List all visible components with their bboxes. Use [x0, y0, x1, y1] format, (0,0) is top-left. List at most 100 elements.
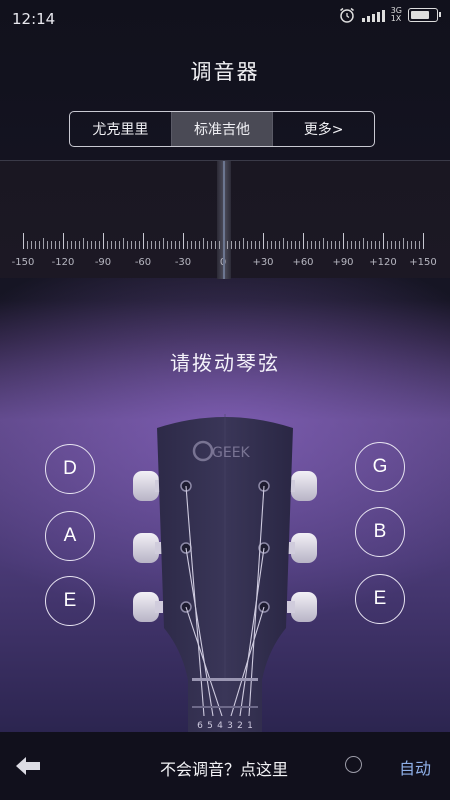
scale-label: +90: [332, 257, 354, 268]
scale-tick: [87, 241, 88, 249]
tuning-needle: [223, 161, 225, 279]
scale-tick: [99, 241, 100, 249]
scale-tick: [359, 241, 360, 249]
auto-mode-label[interactable]: 自动: [399, 755, 431, 779]
scale-tick: [95, 241, 96, 249]
string-button-b[interactable]: B: [355, 507, 405, 557]
scale-tick: [247, 241, 248, 249]
scale-tick: [71, 241, 72, 249]
scale-tick: [119, 241, 120, 249]
scale-label: +120: [369, 257, 397, 268]
scale-tick: [235, 241, 236, 249]
tab-standard-guitar[interactable]: 标准吉他: [170, 112, 273, 146]
scale-tick: [139, 241, 140, 249]
scale-tick: [59, 241, 60, 249]
scale-tick: [291, 241, 292, 249]
scale-tick: [55, 241, 56, 249]
mode-tabs: 尤克里里 标准吉他 更多>: [69, 111, 375, 147]
scale-tick: [187, 241, 188, 249]
string-button-d[interactable]: D: [45, 444, 95, 494]
scale-tick: [167, 241, 168, 249]
scale-tick: [307, 241, 308, 249]
scale-tick: [315, 241, 316, 249]
guitar-strings: [185, 485, 265, 717]
scale-tick: [351, 241, 352, 249]
scale-tick: [191, 241, 192, 249]
scale-label: +30: [252, 257, 274, 268]
scale-tick: [63, 233, 64, 249]
scale-tick: [399, 241, 400, 249]
string-number: 1: [247, 721, 253, 731]
scale-tick: [367, 241, 368, 249]
tuning-pegs: [133, 471, 317, 622]
scale-tick: [295, 241, 296, 249]
geek-logo: GEEK: [192, 440, 251, 462]
tab-more[interactable]: 更多>: [272, 112, 374, 146]
string-button-g[interactable]: G: [355, 442, 405, 492]
string-number: 2: [237, 721, 243, 731]
scale-tick: [199, 241, 200, 249]
scale-tick: [183, 233, 184, 249]
scale-tick: [39, 241, 40, 249]
scale-tick: [151, 241, 152, 249]
scale-tick: [279, 241, 280, 249]
scale-tick: [179, 241, 180, 249]
scale-tick: [47, 241, 48, 249]
scale-tick: [319, 241, 320, 249]
scale-tick: [283, 238, 284, 249]
scale-tick: [271, 241, 272, 249]
pluck-string-prompt: 请拨动琴弦: [170, 351, 280, 375]
scale-label: -30: [174, 257, 192, 268]
network-type: 3G 1X: [390, 6, 402, 23]
scale-tick: [323, 238, 324, 249]
status-time: 12:14: [12, 10, 56, 28]
scale-tick: [267, 241, 268, 249]
signal-icon: [361, 8, 385, 22]
scale-tick: [143, 233, 144, 249]
scale-tick: [115, 241, 116, 249]
scale-tick: [23, 233, 24, 249]
logo-text: GEEK: [212, 445, 251, 461]
scale-tick: [123, 238, 124, 249]
scale-tick: [263, 233, 264, 249]
status-icons: 3G 1X: [338, 6, 441, 24]
scale-tick: [331, 241, 332, 249]
battery-icon: [408, 8, 441, 22]
scale-tick: [255, 241, 256, 249]
scale-tick: [75, 241, 76, 249]
scale-tick: [163, 238, 164, 249]
scale-tick: [343, 233, 344, 249]
scale-tick: [27, 241, 28, 249]
string-button-low-e[interactable]: E: [45, 576, 95, 626]
back-arrow-icon[interactable]: [14, 754, 42, 778]
auto-mode-radio[interactable]: [345, 756, 362, 773]
bottom-bar: 不会调音？点这里 自动: [0, 732, 450, 800]
scale-tick: [411, 241, 412, 249]
scale-tick: [239, 241, 240, 249]
string-button-high-e[interactable]: E: [355, 574, 405, 624]
scale-tick: [51, 241, 52, 249]
scale-tick: [259, 241, 260, 249]
scale-tick: [339, 241, 340, 249]
scale-tick: [327, 241, 328, 249]
scale-tick: [79, 241, 80, 249]
scale-tick: [379, 241, 380, 249]
scale-tick: [215, 241, 216, 249]
tuning-help-link[interactable]: 不会调音？点这里: [160, 756, 288, 780]
scale-tick: [91, 241, 92, 249]
meter-scale: -150 -120 -90 -60 -30 0 +30 +60 +90 +120…: [0, 161, 450, 279]
scale-tick: [159, 241, 160, 249]
scale-tick: [251, 241, 252, 249]
scale-tick: [375, 241, 376, 249]
scale-tick: [103, 233, 104, 249]
scale-tick: [107, 241, 108, 249]
scale-tick: [227, 241, 228, 249]
scale-tick: [419, 241, 420, 249]
scale-tick: [211, 241, 212, 249]
string-button-a[interactable]: A: [45, 511, 95, 561]
scale-tick: [403, 238, 404, 249]
tab-ukulele[interactable]: 尤克里里: [70, 112, 171, 146]
scale-tick: [43, 238, 44, 249]
scale-tick: [383, 233, 384, 249]
scale-label: +60: [292, 257, 314, 268]
